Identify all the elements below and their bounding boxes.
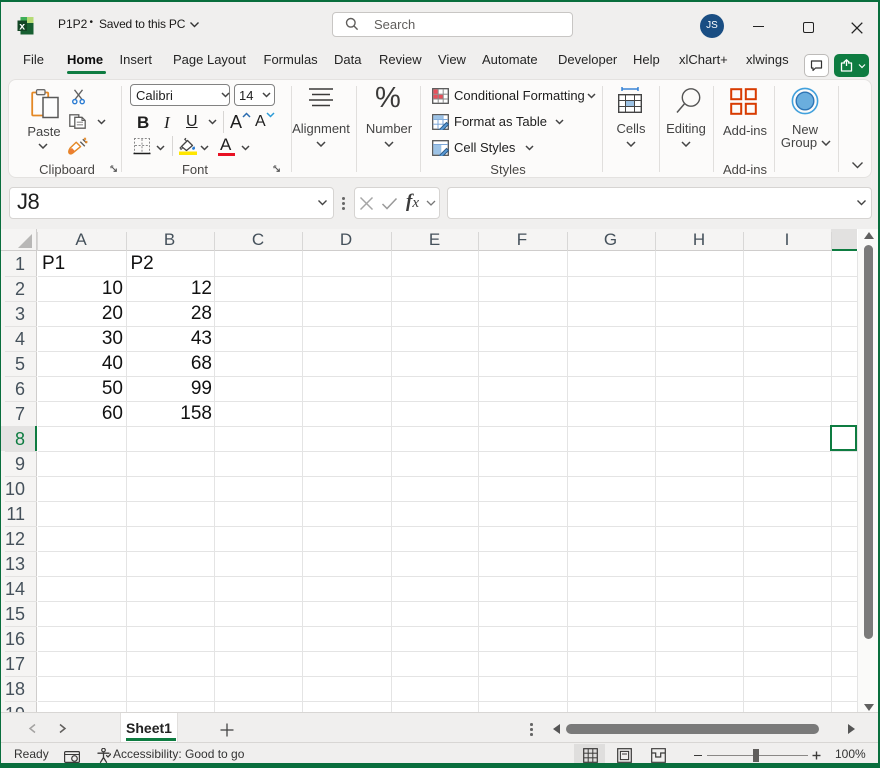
svg-text:x: x	[19, 20, 25, 32]
